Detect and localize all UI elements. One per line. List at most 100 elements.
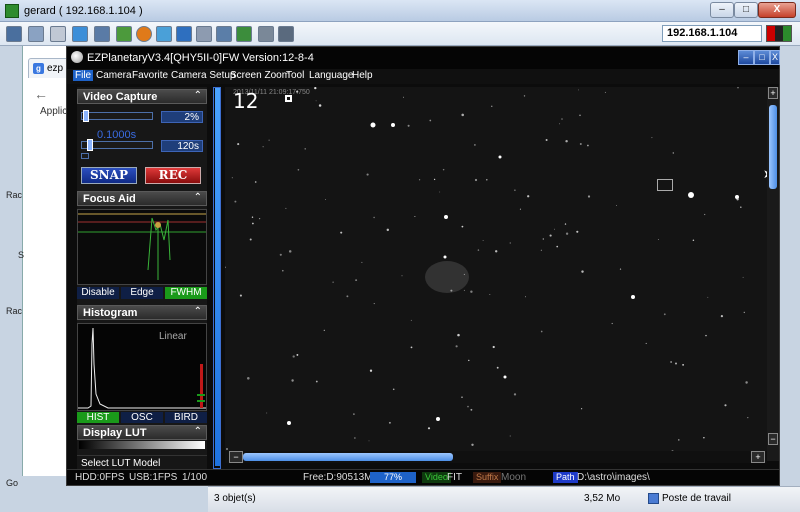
refresh-icon[interactable] bbox=[72, 26, 88, 42]
focus-aid-graph bbox=[77, 209, 207, 285]
explorer-size: 3,52 Mo bbox=[584, 493, 621, 504]
background-tab-label: ezp bbox=[47, 63, 64, 74]
menu-bar: File Camera Favorite Camera Setup Screen… bbox=[67, 69, 779, 84]
vertical-scrollbar[interactable]: + − bbox=[767, 87, 779, 461]
bg-left-label: Rac bbox=[6, 306, 23, 316]
menu-tool[interactable]: Tool bbox=[284, 70, 306, 81]
display-lut-title: Display LUT bbox=[83, 427, 147, 439]
app-minimize-button[interactable]: – bbox=[738, 50, 754, 65]
app-maximize-button[interactable]: □ bbox=[754, 50, 770, 65]
scroll-right-button[interactable]: + bbox=[751, 451, 765, 463]
camera-image[interactable]: 2013/11/11 21:09:17:750 12 ➤ bbox=[225, 87, 767, 461]
focus-aid-header[interactable]: Focus Aid ⌃ bbox=[77, 191, 207, 206]
focus-tab-edge[interactable]: Edge bbox=[121, 287, 163, 299]
menu-language[interactable]: Language bbox=[307, 70, 356, 81]
focus-aid-title: Focus Aid bbox=[83, 193, 136, 205]
tools-icon[interactable] bbox=[50, 26, 66, 42]
viewer-title: gerard ( 192.168.1.104 ) bbox=[24, 5, 143, 17]
bg-left-label: S bbox=[18, 250, 25, 260]
google-icon: g bbox=[33, 63, 44, 74]
gain-slider[interactable] bbox=[81, 110, 153, 122]
suffix-value[interactable]: Moon bbox=[501, 472, 526, 483]
selection-box[interactable] bbox=[657, 179, 673, 191]
hdd-fps: HDD:0FPS bbox=[75, 472, 125, 483]
options-icon[interactable] bbox=[6, 26, 22, 42]
send-keys-icon[interactable] bbox=[94, 26, 110, 42]
lut-model-select[interactable]: Select LUT Model bbox=[77, 455, 207, 469]
gain-value: 2% bbox=[161, 111, 203, 123]
hist-tab-bird[interactable]: BIRD bbox=[165, 412, 207, 423]
suffix-label: Suffix bbox=[473, 472, 502, 483]
monitor-icon[interactable] bbox=[196, 26, 212, 42]
scroll-up-button[interactable]: + bbox=[768, 87, 778, 99]
connection-icon[interactable] bbox=[28, 26, 44, 42]
viewer-address-field[interactable]: 192.168.1.104 bbox=[662, 25, 762, 42]
histogram-title: Histogram bbox=[83, 307, 138, 319]
chat-icon[interactable] bbox=[236, 26, 252, 42]
hist-tab-hist[interactable]: HIST bbox=[77, 412, 119, 423]
transfer-icon[interactable] bbox=[156, 26, 172, 42]
focus-curve bbox=[78, 213, 206, 280]
brightness-slider[interactable] bbox=[213, 87, 221, 469]
gain-slider-thumb[interactable] bbox=[83, 110, 90, 122]
scale-icon[interactable] bbox=[216, 26, 232, 42]
path-label: Path bbox=[553, 472, 578, 483]
fullscreen-icon[interactable] bbox=[176, 26, 192, 42]
bg-left-label: Rac bbox=[6, 190, 23, 200]
video-format[interactable]: FIT bbox=[447, 472, 462, 483]
disconnect-icon[interactable] bbox=[278, 26, 294, 42]
viewer-minimize-button[interactable]: – bbox=[710, 2, 734, 18]
video-capture-title: Video Capture bbox=[83, 91, 158, 103]
horizontal-scroll-thumb[interactable] bbox=[243, 453, 453, 461]
ctrl-alt-del-icon[interactable] bbox=[116, 26, 132, 42]
menu-camera[interactable]: Camera bbox=[94, 70, 134, 81]
lut-gradient bbox=[79, 441, 205, 449]
brightness-slider-fill bbox=[215, 88, 220, 466]
exposure-slider-thumb[interactable] bbox=[87, 139, 94, 151]
menu-screen-zoom[interactable]: Screen Zoom bbox=[228, 70, 292, 81]
app-status-bar: HDD:0FPS USB:1FPS 1/100 Free:D:90513MB 7… bbox=[67, 469, 779, 485]
frame-counter: 12 bbox=[233, 89, 259, 113]
computer-icon bbox=[648, 493, 659, 504]
scroll-left-button[interactable]: − bbox=[229, 451, 243, 463]
vertical-scroll-thumb[interactable] bbox=[769, 105, 777, 189]
collapse-icon[interactable]: ⌃ bbox=[194, 90, 202, 101]
menu-file[interactable]: File bbox=[73, 70, 94, 81]
free-space: Free:D:90513MB bbox=[303, 472, 380, 483]
menu-help[interactable]: Help bbox=[350, 70, 375, 81]
snap-button[interactable]: SNAP bbox=[81, 167, 137, 184]
app-close-button[interactable]: X bbox=[770, 50, 780, 65]
histogram-header[interactable]: Histogram ⌃ bbox=[77, 305, 207, 320]
back-arrow-icon[interactable]: ← bbox=[34, 86, 48, 102]
viewer-app-icon bbox=[5, 4, 19, 18]
horizontal-scrollbar[interactable]: − + bbox=[225, 451, 767, 463]
explorer-location: Poste de travail bbox=[648, 493, 731, 504]
rec-button[interactable]: REC bbox=[145, 167, 201, 184]
frame-progress: 1/100 bbox=[182, 472, 208, 483]
focus-tab-fwhm[interactable]: FWHM bbox=[165, 287, 207, 299]
hist-tab-osc[interactable]: OSC bbox=[121, 412, 163, 423]
display-lut-header[interactable]: Display LUT ⌃ bbox=[77, 425, 207, 440]
viewer-toolbar: 192.168.1.104 bbox=[0, 22, 800, 46]
collapse-icon[interactable]: ⌃ bbox=[194, 306, 202, 317]
file-transfer-icon[interactable] bbox=[258, 26, 274, 42]
bookmarks-apps[interactable]: Applic bbox=[40, 106, 67, 117]
alert-icon[interactable] bbox=[136, 26, 152, 42]
focus-tab-disable[interactable]: Disable bbox=[77, 287, 119, 299]
fine-adjust-slider[interactable] bbox=[81, 153, 89, 159]
exposure-slider[interactable] bbox=[81, 139, 153, 151]
viewer-maximize-button[interactable]: □ bbox=[734, 2, 758, 18]
histogram-graph bbox=[77, 323, 207, 411]
explorer-object-count: 3 objet(s) bbox=[214, 493, 256, 504]
viewer-close-button[interactable]: X bbox=[758, 2, 796, 18]
histogram-mode[interactable]: Linear bbox=[159, 331, 187, 342]
collapse-icon[interactable]: ⌃ bbox=[194, 426, 202, 437]
color-depth-indicator[interactable] bbox=[766, 25, 792, 42]
frame-indicator bbox=[285, 95, 292, 102]
save-path[interactable]: D:\astro\images\ bbox=[577, 472, 650, 483]
collapse-icon[interactable]: ⌃ bbox=[194, 192, 202, 203]
video-capture-header[interactable]: Video Capture ⌃ bbox=[77, 89, 207, 104]
scroll-down-button[interactable]: − bbox=[768, 433, 778, 445]
menu-favorite[interactable]: Favorite bbox=[130, 70, 170, 81]
free-space-percent: 77% bbox=[370, 472, 416, 483]
